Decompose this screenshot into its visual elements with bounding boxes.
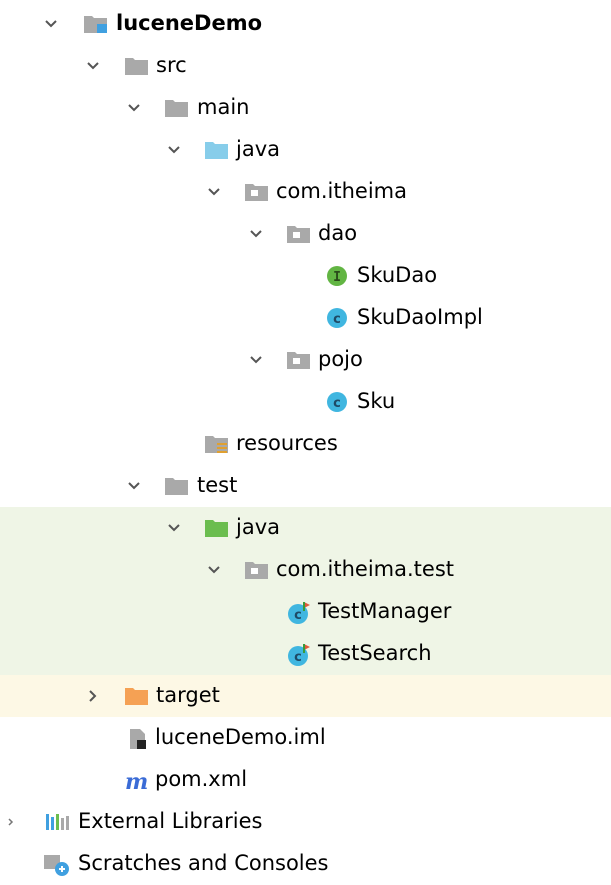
tree-label: java <box>236 515 280 539</box>
tree-node-testmanager[interactable]: c TestManager <box>0 591 611 633</box>
chevron-down-icon[interactable] <box>82 45 104 87</box>
tree-label: dao <box>318 221 358 245</box>
tree-node-pom[interactable]: m pom.xml <box>0 759 611 801</box>
chevron-down-icon[interactable] <box>163 507 185 549</box>
tree-label: com.itheima <box>276 179 407 203</box>
chevron-right-icon[interactable] <box>82 675 104 717</box>
tree-label: Sku <box>357 389 396 413</box>
tree-node-test[interactable]: test <box>0 465 611 507</box>
tree-label: main <box>197 95 250 119</box>
resources-folder-icon <box>204 433 228 455</box>
tree-label: test <box>197 473 238 497</box>
tree-node-src[interactable]: src <box>0 45 611 87</box>
excluded-folder-icon <box>124 685 148 707</box>
tree-node-skudao[interactable]: I SkuDao <box>0 255 611 297</box>
tree-label: pojo <box>318 347 363 371</box>
folder-icon <box>164 475 188 497</box>
tree-node-scratches[interactable]: Scratches and Consoles <box>0 843 611 885</box>
class-icon: c <box>326 307 350 329</box>
tree-node-dao[interactable]: dao <box>0 213 611 255</box>
test-class-icon: c <box>287 601 311 624</box>
tree-label: TestManager <box>318 599 452 623</box>
tree-node-resources[interactable]: resources <box>0 423 611 465</box>
source-folder-icon <box>204 139 228 161</box>
tree-node-skudaoimpl[interactable]: c SkuDaoImpl <box>0 297 611 339</box>
tree-label: java <box>236 137 280 161</box>
tree-node-external-libraries[interactable]: External Libraries <box>0 801 611 843</box>
tree-label: pom.xml <box>155 767 248 791</box>
chevron-down-icon[interactable] <box>123 465 145 507</box>
chevron-down-icon[interactable] <box>123 87 145 129</box>
chevron-down-icon[interactable] <box>203 171 225 213</box>
maven-icon: m <box>124 769 148 795</box>
chevron-down-icon[interactable] <box>245 213 267 255</box>
chevron-right-icon[interactable] <box>0 801 22 843</box>
svg-text:c: c <box>333 312 341 327</box>
tree-node-project[interactable]: luceneDemo <box>0 3 611 45</box>
package-icon <box>286 223 310 245</box>
svg-text:c: c <box>294 608 302 623</box>
tree-node-main[interactable]: main <box>0 87 611 129</box>
tree-node-package-main[interactable]: com.itheima <box>0 171 611 213</box>
tree-node-test-java[interactable]: java <box>0 507 611 549</box>
tree-label: SkuDao <box>357 263 438 287</box>
chevron-down-icon[interactable] <box>245 339 267 381</box>
interface-icon: I <box>326 265 350 287</box>
tree-label: resources <box>236 431 338 455</box>
project-tree: luceneDemo src main java com.itheima dao… <box>0 0 611 876</box>
svg-text:I: I <box>333 270 341 285</box>
module-file-icon <box>126 727 150 749</box>
folder-icon <box>164 97 188 119</box>
tree-label: target <box>156 683 220 707</box>
tree-node-testsearch[interactable]: c TestSearch <box>0 633 611 675</box>
chevron-down-icon[interactable] <box>163 129 185 171</box>
package-icon <box>244 559 268 581</box>
tree-label: luceneDemo <box>116 11 263 35</box>
chevron-down-icon[interactable] <box>203 549 225 591</box>
package-icon <box>286 349 310 371</box>
tree-label: SkuDaoImpl <box>357 305 483 329</box>
tree-label: src <box>156 53 187 77</box>
scratches-icon <box>42 853 69 876</box>
tree-node-target[interactable]: target <box>0 675 611 717</box>
tree-node-sku[interactable]: c Sku <box>0 381 611 423</box>
tree-label: luceneDemo.iml <box>155 725 326 749</box>
tree-label: com.itheima.test <box>276 557 454 581</box>
test-source-folder-icon <box>204 517 228 539</box>
tree-node-main-java[interactable]: java <box>0 129 611 171</box>
class-icon: c <box>326 391 350 413</box>
chevron-down-icon[interactable] <box>40 3 62 45</box>
tree-node-iml[interactable]: luceneDemo.iml <box>0 717 611 759</box>
module-folder-icon <box>83 13 107 35</box>
tree-node-package-test[interactable]: com.itheima.test <box>0 549 611 591</box>
tree-label: TestSearch <box>318 641 432 665</box>
tree-label: External Libraries <box>78 809 263 833</box>
folder-icon <box>124 55 148 77</box>
libraries-icon <box>44 811 69 833</box>
package-icon <box>244 181 268 203</box>
svg-text:c: c <box>294 650 302 665</box>
svg-text:m: m <box>125 769 148 793</box>
tree-label: Scratches and Consoles <box>78 851 329 875</box>
tree-node-pojo[interactable]: pojo <box>0 339 611 381</box>
svg-text:c: c <box>333 396 341 411</box>
test-class-icon: c <box>287 643 311 666</box>
